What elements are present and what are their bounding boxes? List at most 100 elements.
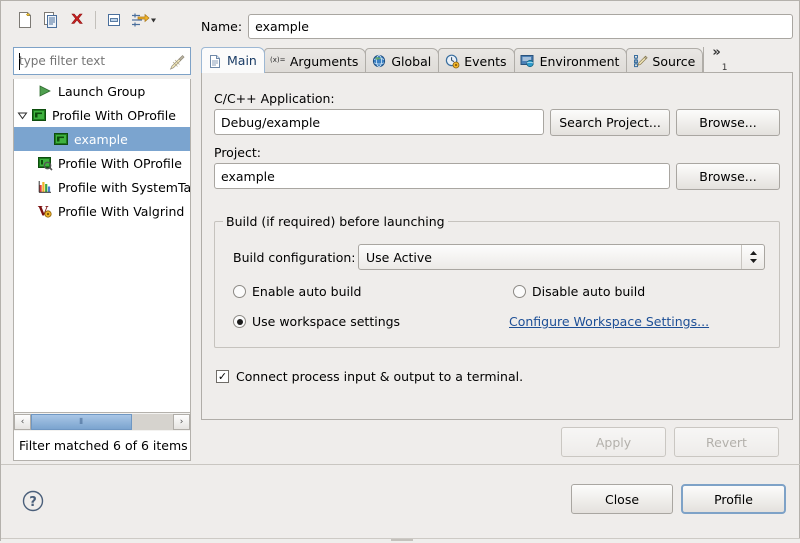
filter-menu-button[interactable]	[128, 8, 160, 32]
launch-configuration-tree[interactable]: Launch Group Profile With OProfile examp…	[13, 79, 191, 413]
radio-label: Use workspace settings	[252, 314, 401, 329]
tree-item-label: Launch Group	[58, 83, 146, 99]
filter-input[interactable]	[19, 53, 167, 69]
launch-configurations-dialog: Launch Group Profile With	[0, 0, 800, 543]
name-row: Name: example	[201, 13, 793, 39]
project-input[interactable]: example	[214, 163, 670, 189]
tab-label: Main	[227, 53, 257, 68]
build-configuration-label: Build configuration:	[233, 250, 356, 265]
radio-disable-auto-build[interactable]: Disable auto build	[513, 284, 645, 299]
main-tab-panel: C/C++ Application: Debug/example Search …	[201, 72, 793, 420]
source-edit-icon	[632, 53, 648, 69]
application-label: C/C++ Application:	[214, 91, 335, 106]
tab-source[interactable]: Source	[626, 48, 704, 73]
tab-label: Source	[652, 53, 696, 69]
arguments-variable-icon: (x)=	[270, 53, 286, 69]
radio-enable-auto-build[interactable]: Enable auto build	[233, 284, 361, 299]
project-label: Project:	[214, 145, 261, 160]
new-launch-configuration-icon	[19, 12, 31, 28]
apply-button[interactable]: Apply	[561, 427, 666, 457]
scroll-left-arrow[interactable]: ‹	[14, 414, 31, 430]
collapse-all-icon	[108, 14, 120, 26]
oprofile-icon	[52, 130, 70, 148]
tab-label: Arguments	[289, 53, 359, 69]
systemtap-icon	[36, 178, 54, 196]
tree-item-label: Profile With Valgrind	[58, 203, 185, 219]
tab-global[interactable]: Global	[365, 48, 440, 73]
tree-toolbar	[9, 5, 195, 35]
connect-terminal-checkbox[interactable]: ✓	[216, 370, 229, 383]
tab-events[interactable]: Events	[438, 48, 515, 73]
svg-text:?: ?	[29, 495, 37, 510]
launch-group-icon	[36, 82, 54, 100]
browse-project-button[interactable]: Browse...	[676, 163, 780, 190]
tab-overflow-button[interactable]: » 1	[703, 45, 733, 73]
configuration-editor-panel: Name: example Main (x)= Arguments Global…	[201, 5, 793, 462]
chevron-up-down-icon	[749, 251, 757, 263]
connect-terminal-label: Connect process input & output to a term…	[236, 369, 524, 384]
environment-icon	[520, 53, 536, 69]
tree-item-label: example	[74, 131, 128, 147]
radio-use-workspace-settings[interactable]: Use workspace settings	[233, 314, 400, 329]
new-launch-configuration-button[interactable]	[13, 8, 37, 32]
tree-row[interactable]: Launch Group	[14, 79, 190, 103]
tab-label: Environment	[539, 53, 620, 69]
search-project-button[interactable]: Search Project...	[550, 109, 670, 136]
scrollbar-track[interactable]: ⫴	[31, 414, 173, 430]
tab-label: Global	[391, 53, 432, 69]
duplicate-launch-configuration-icon	[44, 12, 57, 28]
tree-row[interactable]: Profile With OProfile	[14, 103, 190, 127]
tree-item-label: Profile With OProfile	[52, 107, 176, 123]
events-clock-icon	[444, 53, 460, 69]
combo-spinner-arrows[interactable]	[741, 245, 764, 269]
tree-row-selected[interactable]: example	[14, 127, 190, 151]
build-group-title: Build (if required) before launching	[223, 214, 448, 229]
radio-indicator[interactable]	[233, 285, 246, 298]
delete-launch-configuration-button[interactable]	[65, 8, 89, 32]
profile-button[interactable]: Profile	[681, 484, 786, 514]
delete-launch-configuration-icon	[71, 13, 83, 24]
tab-label: Events	[464, 53, 507, 69]
globe-icon	[371, 53, 387, 69]
filter-text-box[interactable]	[13, 47, 191, 75]
revert-button[interactable]: Revert	[674, 427, 779, 457]
help-question-icon[interactable]: ?	[21, 489, 45, 513]
tree-horizontal-scrollbar[interactable]: ‹ ⫴ ›	[13, 413, 191, 431]
duplicate-launch-configuration-button[interactable]	[39, 8, 63, 32]
browse-application-button[interactable]: Browse...	[676, 109, 780, 136]
connect-terminal-checkbox-row[interactable]: ✓ Connect process input & output to a te…	[216, 369, 523, 384]
clear-filter-icon[interactable]	[168, 53, 186, 71]
configure-workspace-settings-link[interactable]: Configure Workspace Settings...	[509, 314, 709, 329]
tree-row[interactable]: Profile with SystemTap	[14, 175, 190, 199]
close-button[interactable]: Close	[571, 484, 673, 514]
application-input[interactable]: Debug/example	[214, 109, 544, 135]
tab-overflow-chevron: »	[712, 45, 721, 60]
tree-item-label: Profile With OProfile	[58, 155, 182, 171]
tree-item-label: Profile with SystemTap	[58, 179, 190, 195]
filter-status-text: Filter matched 6 of 6 items	[13, 431, 191, 461]
toolbar-separator	[95, 11, 96, 29]
name-input[interactable]: example	[248, 13, 793, 39]
tab-environment[interactable]: Environment	[513, 48, 628, 73]
tab-arguments[interactable]: (x)= Arguments	[263, 48, 367, 73]
oprofile-icon	[30, 106, 48, 124]
radio-indicator[interactable]	[513, 285, 526, 298]
radio-label: Disable auto build	[532, 284, 646, 299]
launch-config-tree-panel: Launch Group Profile With	[9, 5, 195, 462]
expand-collapse-twisty[interactable]	[14, 103, 30, 127]
tree-row[interactable]: V Profile With Valgrind	[14, 199, 190, 223]
document-icon	[207, 53, 223, 69]
tab-bar: Main (x)= Arguments Global Events Enviro…	[201, 45, 793, 73]
tree-row[interactable]: Profile With OProfile	[14, 151, 190, 175]
build-before-launching-group: Build (if required) before launching Bui…	[214, 214, 780, 348]
build-configuration-combo[interactable]: Use Active	[358, 244, 765, 270]
name-label: Name:	[201, 18, 243, 34]
oprofile-manual-icon	[36, 154, 54, 172]
scrollbar-thumb[interactable]: ⫴	[31, 414, 132, 430]
scroll-right-arrow[interactable]: ›	[173, 414, 190, 430]
tab-main[interactable]: Main	[201, 47, 265, 73]
footer-separator	[1, 464, 800, 465]
radio-indicator-selected[interactable]	[233, 315, 246, 328]
filter-launch-configurations-icon	[132, 13, 156, 27]
collapse-all-button[interactable]	[102, 8, 126, 32]
